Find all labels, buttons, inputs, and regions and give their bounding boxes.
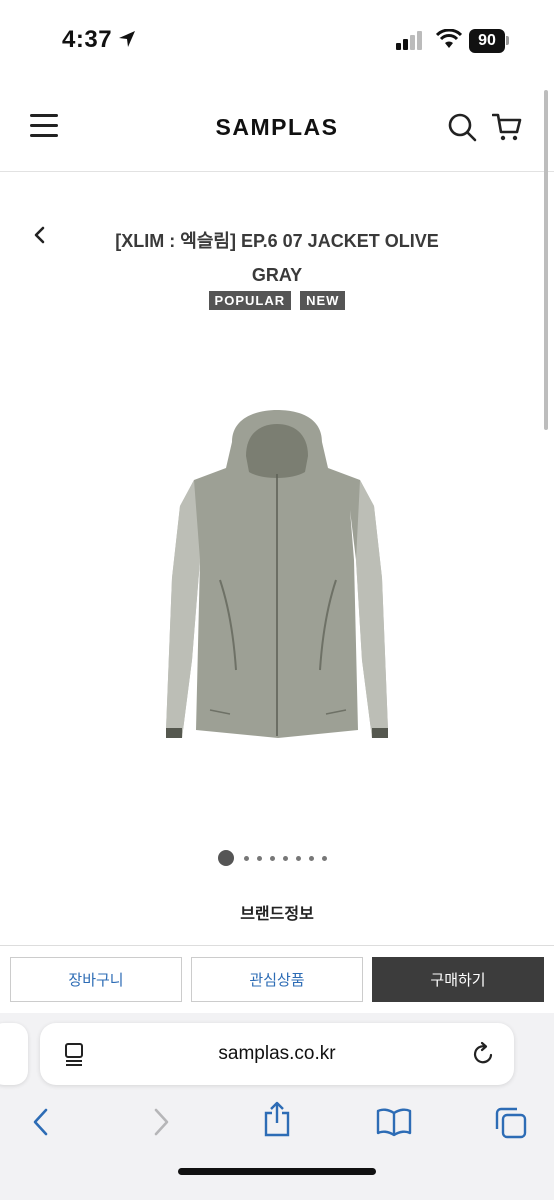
cellular-signal-icon [396, 31, 422, 50]
carousel-dot[interactable] [283, 855, 288, 861]
brand-info-link[interactable]: 브랜드정보 [0, 900, 554, 924]
scrollbar[interactable] [544, 90, 548, 430]
status-bar: 4:37 90 [0, 0, 554, 86]
back-chevron-icon[interactable] [32, 226, 48, 244]
badge-list: POPULAR NEW [0, 291, 554, 310]
add-to-cart-button[interactable]: 장바구니 [10, 957, 182, 1002]
wifi-icon [436, 29, 462, 48]
battery-indicator: 90 [469, 29, 505, 53]
back-arrow-icon[interactable] [30, 1107, 52, 1137]
badge-new: NEW [300, 291, 346, 310]
carousel-dot[interactable] [257, 855, 262, 861]
product-image-jacket[interactable] [160, 410, 395, 750]
tabs-icon[interactable] [494, 1107, 528, 1139]
previous-tab-peek[interactable] [0, 1023, 28, 1085]
carousel-dot-active[interactable] [218, 850, 234, 866]
badge-popular: POPULAR [208, 291, 292, 310]
bookmarks-icon[interactable] [376, 1107, 412, 1137]
battery-tip [506, 36, 509, 45]
carousel-dot[interactable] [270, 855, 275, 861]
reload-icon[interactable] [470, 1041, 496, 1067]
location-arrow-icon [119, 31, 135, 47]
cart-icon[interactable] [492, 112, 522, 142]
image-carousel-dots[interactable] [218, 850, 327, 866]
carousel-dot[interactable] [296, 855, 301, 861]
carousel-dot[interactable] [244, 855, 249, 861]
home-indicator[interactable] [178, 1168, 376, 1175]
carousel-dot[interactable] [322, 855, 327, 861]
site-header: SAMPLAS [0, 86, 554, 172]
search-icon[interactable] [447, 112, 477, 142]
buy-now-button[interactable]: 구매하기 [372, 957, 544, 1002]
status-time: 4:37 [62, 26, 113, 53]
product-title: [XLIM : 엑슬림] EP.6 07 JACKET OLIVE GRAY [115, 231, 439, 285]
wishlist-button[interactable]: 관심상품 [191, 957, 363, 1002]
share-icon[interactable] [262, 1101, 292, 1137]
forward-arrow-icon[interactable] [150, 1107, 172, 1137]
url-text: samplas.co.kr [218, 1043, 336, 1064]
product-action-bar: 장바구니 관심상품 구매하기 [0, 945, 554, 1013]
carousel-dot[interactable] [309, 855, 314, 861]
address-bar[interactable]: samplas.co.kr [40, 1023, 514, 1085]
